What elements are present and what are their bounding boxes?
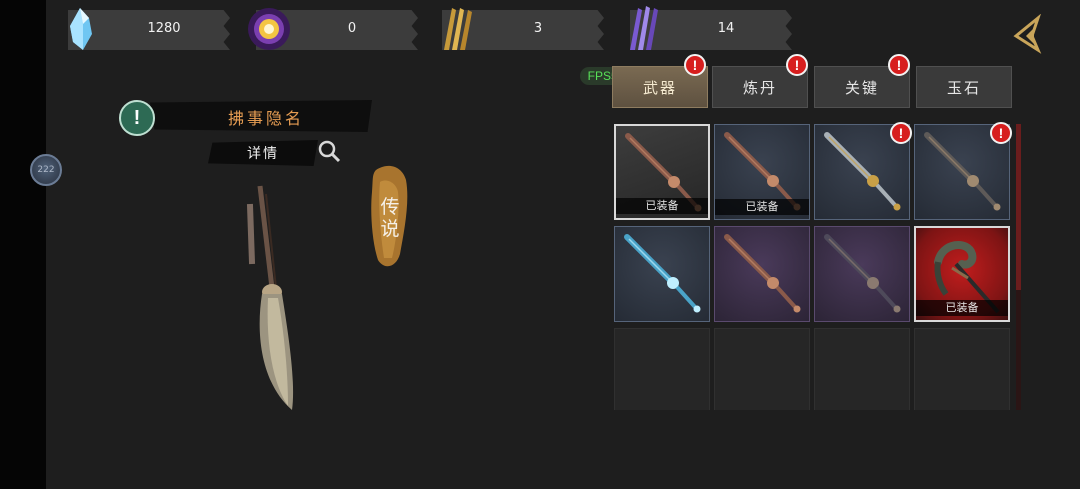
- alert-icon: !: [990, 122, 1012, 144]
- whisk-item-art: [246, 185, 294, 410]
- inventory-slot[interactable]: [814, 226, 910, 322]
- dark-sword-icon: [824, 234, 901, 313]
- tab-label: 武器: [642, 78, 677, 97]
- currency-value: 3: [533, 21, 543, 36]
- empty-slot[interactable]: [714, 328, 810, 410]
- alert-icon: !: [888, 54, 910, 76]
- inventory-slot[interactable]: [714, 226, 810, 322]
- ice-sword-icon: [624, 234, 701, 313]
- item-name: 拂事隐名: [227, 109, 304, 128]
- currency-gold-feather: 3: [430, 8, 606, 50]
- currency-value: 14: [717, 21, 735, 36]
- inventory-slot[interactable]: [614, 226, 710, 322]
- alert-icon: !: [684, 54, 706, 76]
- equipped-label: 已装备: [616, 198, 708, 214]
- gold-feather-icon: [444, 8, 472, 50]
- currency-value: 1280: [147, 21, 181, 36]
- inventory-grid: 已装备 已装备 已装备: [612, 122, 1012, 410]
- floating-assist-label: 222: [37, 165, 55, 175]
- empty-slot[interactable]: [614, 328, 710, 410]
- tab-label: 玉石: [946, 78, 981, 97]
- floating-assist-button[interactable]: 222: [30, 154, 62, 186]
- purple-feather-icon: [630, 6, 658, 50]
- equipped-label: 已装备: [715, 199, 809, 215]
- menu-icon[interactable]: [1008, 14, 1048, 54]
- left-black-bar: [0, 0, 46, 489]
- spirit-orb-icon: [248, 8, 290, 50]
- rarity-label: 传说: [380, 196, 400, 240]
- currency-value: 0: [347, 21, 357, 36]
- copper-sword-icon: [724, 234, 801, 313]
- tab-jade[interactable]: 玉石: [916, 66, 1012, 108]
- scrollbar-thumb[interactable]: [1016, 124, 1021, 290]
- crystal-icon: [70, 8, 92, 50]
- alert-icon: !: [786, 54, 808, 76]
- tab-label: 炼丹: [742, 78, 777, 97]
- exclamation-icon[interactable]: !: [119, 100, 155, 136]
- empty-slot[interactable]: [814, 328, 910, 410]
- currency-spirit-orb: 0: [244, 8, 420, 50]
- inventory-slot[interactable]: 已装备: [614, 124, 710, 220]
- details-label[interactable]: 详情: [208, 143, 318, 163]
- equipped-label: 已装备: [916, 300, 1008, 316]
- tab-label: 关键: [844, 78, 879, 97]
- empty-slot[interactable]: [914, 328, 1010, 410]
- magnifier-icon[interactable]: [316, 138, 342, 164]
- inventory-slot[interactable]: 已装备: [914, 226, 1010, 322]
- inventory-slot[interactable]: 已装备: [714, 124, 810, 220]
- alert-icon: !: [890, 122, 912, 144]
- currency-crystal: 1280: [56, 8, 232, 50]
- currency-purple-feather: 14: [618, 6, 794, 50]
- grid-scrollbar[interactable]: [1016, 124, 1021, 410]
